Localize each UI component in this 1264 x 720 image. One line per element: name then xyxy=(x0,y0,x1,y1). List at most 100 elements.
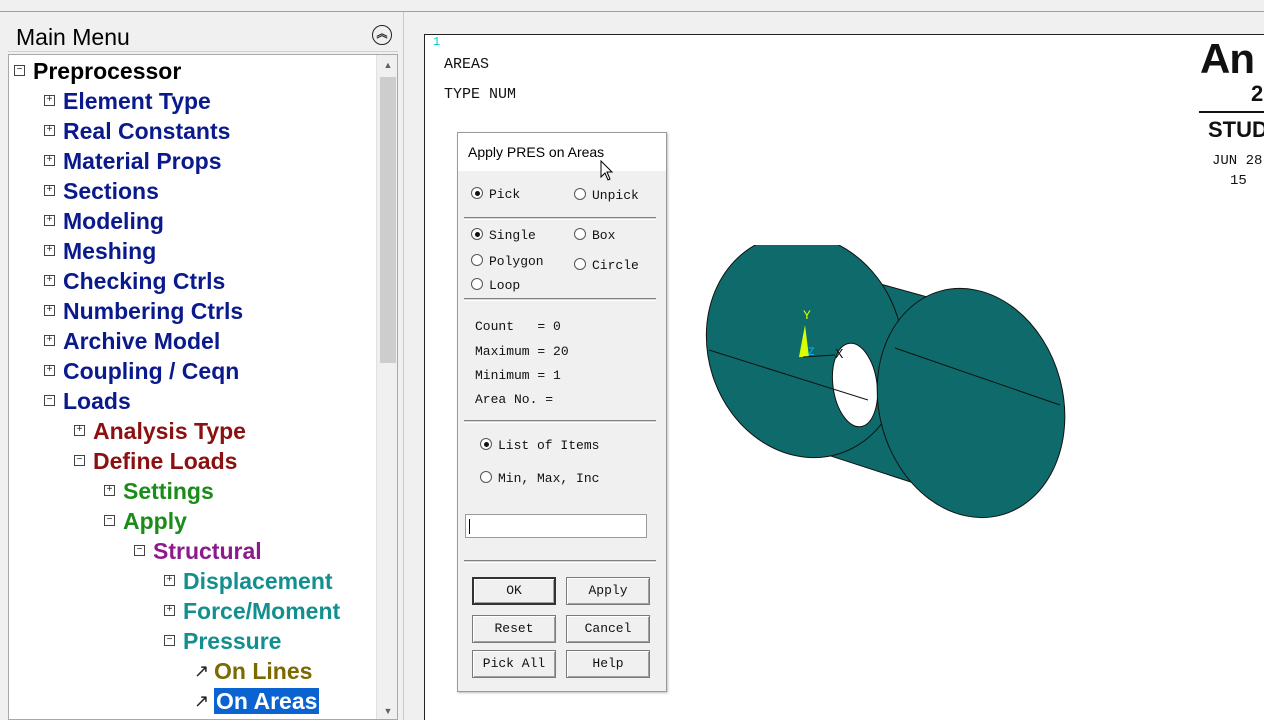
circle-radio[interactable]: Circle xyxy=(574,257,639,273)
loop-radio[interactable]: Loop xyxy=(471,277,521,293)
tree-item-label: Modeling xyxy=(63,208,164,234)
radio-unchecked-icon xyxy=(471,253,483,266)
polygon-radio[interactable]: Polygon xyxy=(471,253,544,269)
tree-item[interactable]: − Pressure xyxy=(164,626,281,656)
collapse-toggle-icon[interactable]: − xyxy=(74,455,85,467)
tree-item-label: Coupling / Ceqn xyxy=(63,358,240,384)
min-max-inc-radio[interactable]: Min, Max, Inc xyxy=(480,470,600,486)
count-value: 0 xyxy=(553,319,561,334)
expand-toggle-icon[interactable]: + xyxy=(44,335,55,347)
plot-type-label: AREAS xyxy=(444,56,490,73)
tree-item[interactable]: − Define Loads xyxy=(74,446,237,476)
tree-item-label: Force/Moment xyxy=(183,598,341,624)
radio-unchecked-icon xyxy=(574,187,586,200)
expand-toggle-icon[interactable]: + xyxy=(164,605,175,617)
collapse-chevron-up-icon[interactable]: ︽ xyxy=(372,25,392,45)
collapse-toggle-icon[interactable]: − xyxy=(44,395,55,407)
collapse-toggle-icon[interactable]: − xyxy=(104,515,115,527)
collapse-toggle-icon[interactable]: − xyxy=(134,545,145,557)
scroll-up-arrow-icon[interactable]: ▲ xyxy=(377,55,397,75)
triad-z-label: Z xyxy=(808,347,815,359)
dialog-title: Apply PRES on Areas xyxy=(468,144,605,160)
expand-toggle-icon[interactable]: + xyxy=(44,155,55,167)
tree-item[interactable]: + Meshing xyxy=(44,236,156,266)
tree-item[interactable]: + Numbering Ctrls xyxy=(44,296,243,326)
expand-toggle-icon[interactable]: + xyxy=(104,485,115,497)
top-toolbar-strip xyxy=(0,0,1264,12)
tree-item[interactable]: − Apply xyxy=(104,506,187,536)
scroll-down-arrow-icon[interactable]: ▼ xyxy=(377,701,397,719)
tree-item[interactable]: + Element Type xyxy=(44,86,211,116)
expand-toggle-icon[interactable]: + xyxy=(44,215,55,227)
date-label: JUN 28 xyxy=(1212,153,1263,169)
tree-item-label: Apply xyxy=(123,508,187,534)
box-label: Box xyxy=(592,228,616,243)
min-max-inc-label: Min, Max, Inc xyxy=(498,471,600,486)
collapse-toggle-icon[interactable]: − xyxy=(164,635,175,647)
help-button[interactable]: Help xyxy=(566,650,650,678)
dialog-title-bar[interactable]: Apply PRES on Areas xyxy=(458,133,666,171)
box-radio[interactable]: Box xyxy=(574,227,616,243)
tree-item[interactable]: + Displacement xyxy=(164,566,333,596)
minimum-row: Minimum = 1 xyxy=(475,368,561,383)
radio-checked-icon xyxy=(471,186,483,199)
item-entry-input[interactable] xyxy=(465,514,647,538)
expand-toggle-icon[interactable]: + xyxy=(44,185,55,197)
apply-button[interactable]: Apply xyxy=(566,577,650,605)
maximum-label: Maximum = xyxy=(475,344,546,359)
ansys-window: Main Menu ︽ − Preprocessor + Element Type + R… xyxy=(0,0,1264,720)
triad-x-label: X xyxy=(835,347,844,363)
tree-scrollbar[interactable]: ▲ ▼ xyxy=(376,55,397,719)
expand-toggle-icon[interactable]: + xyxy=(44,275,55,287)
logo-divider xyxy=(1199,111,1264,113)
expand-toggle-icon[interactable]: + xyxy=(44,305,55,317)
expand-toggle-icon[interactable]: + xyxy=(74,425,85,437)
expand-toggle-icon[interactable]: + xyxy=(44,95,55,107)
tree-item[interactable]: + Settings xyxy=(104,476,214,506)
tree-item[interactable]: ↗ On Areas xyxy=(194,686,320,716)
panel-splitter[interactable] xyxy=(403,12,409,720)
pick-all-button[interactable]: Pick All xyxy=(472,650,556,678)
pick-radio[interactable]: Pick xyxy=(471,186,520,202)
tree-item[interactable]: + Modeling xyxy=(44,206,164,236)
tree-item-label: Displacement xyxy=(183,568,333,594)
version-label: 2 xyxy=(1251,81,1264,106)
list-of-items-label: List of Items xyxy=(498,438,600,453)
expand-toggle-icon[interactable]: + xyxy=(44,125,55,137)
main-menu-tree: − Preprocessor + Element Type + Real Constant… xyxy=(8,54,398,720)
scrollbar-thumb[interactable] xyxy=(380,77,396,363)
radio-unchecked-icon xyxy=(471,277,483,290)
tree-item[interactable]: + Coupling / Ceqn xyxy=(44,356,239,386)
expand-toggle-icon[interactable]: + xyxy=(44,365,55,377)
tree-item[interactable]: − Preprocessor xyxy=(14,56,181,86)
tree-item[interactable]: − Structural xyxy=(134,536,262,566)
tree-item[interactable]: + Sections xyxy=(44,176,159,206)
expand-toggle-icon[interactable]: + xyxy=(164,575,175,587)
main-menu-header: Main Menu ︽ xyxy=(8,16,398,52)
collapse-toggle-icon[interactable]: − xyxy=(14,65,25,77)
area-no-label: Area No. = xyxy=(475,392,554,407)
reset-button[interactable]: Reset xyxy=(472,615,556,643)
separator xyxy=(464,217,656,220)
tree-item-label: Numbering Ctrls xyxy=(63,298,244,324)
time-label: 15 xyxy=(1230,173,1247,189)
tree-item[interactable]: ↗ On Lines xyxy=(194,656,312,686)
text-caret xyxy=(469,519,470,534)
single-radio[interactable]: Single xyxy=(471,227,536,243)
tree-item[interactable]: + Archive Model xyxy=(44,326,220,356)
tree-item[interactable]: − Loads xyxy=(44,386,131,416)
tree-item[interactable]: + Force/Moment xyxy=(164,596,340,626)
cancel-button[interactable]: Cancel xyxy=(566,615,650,643)
list-of-items-radio[interactable]: List of Items xyxy=(480,437,600,453)
cylinder-model[interactable]: Y Z X xyxy=(695,245,1075,525)
apply-pres-dialog: Apply PRES on Areas Pick Unpick Single B… xyxy=(457,132,667,692)
expand-toggle-icon[interactable]: + xyxy=(44,245,55,257)
tree-item[interactable]: + Checking Ctrls xyxy=(44,266,225,296)
unpick-radio[interactable]: Unpick xyxy=(574,187,639,203)
tree-item[interactable]: + Analysis Type xyxy=(74,416,246,446)
ok-button[interactable]: OK xyxy=(472,577,556,605)
tree-item-label: Settings xyxy=(123,478,214,504)
tree-item[interactable]: + Material Props xyxy=(44,146,222,176)
loop-label: Loop xyxy=(489,278,521,293)
tree-item[interactable]: + Real Constants xyxy=(44,116,230,146)
